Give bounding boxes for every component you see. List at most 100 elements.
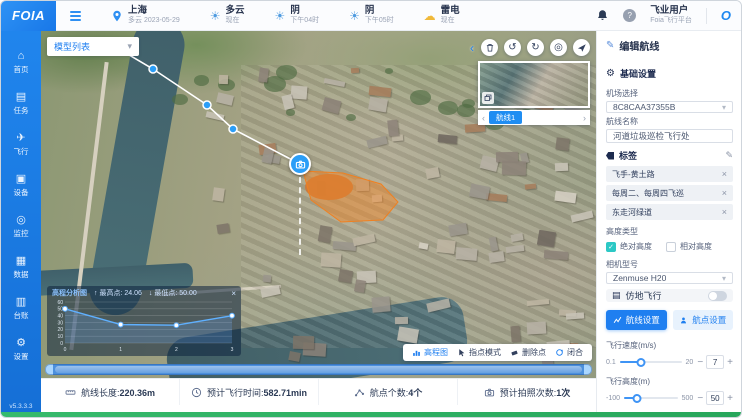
altitude-min: -100 — [606, 395, 620, 402]
menu-icon[interactable] — [70, 11, 81, 21]
stats-bar: 航线长度:220.36m预计飞行时间:582.71min航点个数:4个预计拍照次… — [41, 378, 596, 405]
waypoint-marker[interactable] — [229, 125, 237, 133]
map-canvas[interactable]: 模型列表 ▾ ‹ ↺↻◎ ‹ 航线1 › 高程分析图 ↑ 最高点: 24.06 … — [41, 31, 596, 378]
photo-icon — [484, 387, 495, 398]
brand-mark-icon[interactable]: O — [721, 8, 731, 23]
undo-icon[interactable]: ↺ — [504, 39, 521, 56]
svg-text:20: 20 — [57, 327, 63, 333]
timeline-scrollbar[interactable] — [45, 364, 592, 375]
pager-prev-icon[interactable]: ‹ — [482, 113, 485, 123]
elevation-point[interactable] — [230, 313, 235, 318]
altitude-minus-button[interactable]: − — [697, 393, 703, 404]
waypoint-settings-tab[interactable]: 航点设置 — [673, 310, 734, 330]
elevation-chart: 01020304050600123 — [52, 299, 236, 353]
speed-slider[interactable] — [620, 361, 682, 363]
sidebar-item-设备[interactable]: ▣设备 — [1, 172, 41, 200]
elevation-point[interactable] — [174, 322, 179, 327]
map-mode-指点模式[interactable]: 指点模式 — [457, 347, 501, 358]
tag-remove-icon[interactable]: × — [722, 169, 727, 179]
route-name-label: 航线名称 — [606, 116, 733, 127]
forecast-sub: 现在 — [226, 17, 245, 25]
map-mode-闭合[interactable]: 闭合 — [555, 347, 583, 358]
ruler-icon — [65, 387, 76, 398]
svg-text:10: 10 — [57, 334, 63, 340]
tags-title: 标签 — [619, 149, 637, 162]
elevation-point[interactable] — [118, 322, 123, 327]
elevation-point[interactable] — [63, 306, 68, 311]
terrain-follow-label: 仿地飞行 — [626, 289, 662, 302]
pager-next-icon[interactable]: › — [583, 113, 586, 123]
speed-minus-button[interactable]: − — [697, 357, 703, 368]
minimap[interactable] — [478, 61, 590, 108]
model-list-dropdown[interactable]: 模型列表 ▾ — [47, 37, 139, 56]
sidebar-item-首页[interactable]: ⌂首页 — [1, 49, 41, 77]
tag-remove-icon[interactable]: × — [722, 188, 727, 198]
route-pager: ‹ 航线1 › — [478, 110, 590, 125]
tags-list: 飞手-黄土路×每周二、每周四飞巡×东走河绿道× — [606, 166, 733, 223]
speed-plus-button[interactable]: + — [727, 357, 733, 368]
map-mode-label: 指点模式 — [469, 347, 501, 358]
stat-text: 预计拍照次数:1次 — [500, 386, 571, 399]
refresh-icon[interactable]: ↻ — [527, 39, 544, 56]
height-option-相对高度[interactable]: 相对高度 — [666, 241, 712, 252]
altitude-value[interactable]: 50 — [706, 391, 724, 405]
speed-label: 飞行速度(m/s) — [606, 340, 733, 351]
sidebar-item-label: 监控 — [14, 228, 29, 239]
collapse-toolbar-icon[interactable]: ‹ — [470, 41, 474, 55]
airport-label: 机场选择 — [606, 88, 733, 99]
sidebar-item-飞行[interactable]: ✈飞行 — [1, 131, 41, 159]
airport-select[interactable]: 8C8CAA37355B ▾ — [606, 101, 733, 113]
camera-waypoint-marker[interactable] — [289, 153, 311, 175]
terrain-follow-toggle[interactable] — [708, 291, 727, 301]
route-chip[interactable]: 航线1 — [489, 111, 522, 124]
altitude-slider[interactable] — [624, 397, 678, 399]
altitude-plus-button[interactable]: + — [727, 393, 733, 404]
terrain-icon: ▤ — [612, 290, 621, 301]
height-option-label: 绝对高度 — [620, 241, 652, 252]
forecast-label: 阴 — [290, 6, 319, 17]
help-icon[interactable]: ? — [623, 9, 636, 22]
ledger-icon: ▥ — [16, 297, 26, 308]
route-settings-tab[interactable]: 航线设置 — [606, 310, 667, 330]
trash-icon[interactable] — [481, 39, 498, 56]
camera-select[interactable]: Zenmuse H20 ▾ — [606, 272, 733, 284]
stat-value: 4个 — [408, 388, 422, 398]
altitude-label: 飞行高度(m) — [606, 376, 733, 387]
airport-value: 8C8CAA37355B — [613, 102, 722, 112]
sidebar-item-数据[interactable]: ▦数据 — [1, 254, 41, 282]
send-icon[interactable] — [573, 39, 590, 56]
height-option-绝对高度[interactable]: ✓ 绝对高度 — [606, 241, 652, 252]
chart-close-icon[interactable]: × — [231, 289, 236, 299]
sidebar-item-台账[interactable]: ▥台账 — [1, 295, 41, 323]
map-mode-高程图[interactable]: 高程图 — [412, 347, 448, 358]
sidebar-item-任务[interactable]: ▤任务 — [1, 90, 41, 118]
forecast-label: 多云 — [226, 6, 245, 17]
user-name: 飞业用户 — [650, 6, 692, 17]
survey-area-polygon[interactable] — [303, 171, 398, 222]
tag-remove-icon[interactable]: × — [722, 207, 727, 217]
speed-max: 20 — [686, 359, 694, 366]
bell-icon[interactable] — [596, 9, 609, 22]
user-account[interactable]: 飞业用户 Foia飞行平台 — [650, 6, 692, 25]
map-mode-删除点[interactable]: 删除点 — [510, 347, 546, 358]
city-name: 上海 — [128, 6, 180, 17]
panel-title: 编辑航线 — [619, 38, 659, 53]
locate-icon[interactable]: ◎ — [550, 39, 567, 56]
scrollbar-handle[interactable] — [55, 366, 582, 373]
sidebar-item-设置[interactable]: ⚙设置 — [1, 336, 41, 364]
tag-icon — [606, 152, 614, 160]
camera-value: Zenmuse H20 — [613, 273, 722, 283]
user-org: Foia飞行平台 — [650, 17, 692, 25]
speed-min: 0.1 — [606, 359, 616, 366]
layers-icon[interactable] — [482, 92, 494, 104]
checkbox-icon: ✓ — [606, 242, 616, 252]
sidebar-item-监控[interactable]: ◎监控 — [1, 213, 41, 241]
waypoint-marker[interactable] — [149, 65, 157, 73]
waypoint-marker[interactable] — [203, 101, 211, 109]
gear-icon: ⚙ — [606, 68, 615, 79]
edit-tags-icon[interactable]: ✎ — [725, 150, 733, 161]
route-name-input[interactable]: 河道垃圾巡检飞行处 — [606, 129, 733, 143]
speed-value[interactable]: 7 — [706, 355, 724, 369]
stat-航点个数: 航点个数:4个 — [319, 379, 458, 405]
brand-logo[interactable]: FOIA — [1, 1, 56, 31]
